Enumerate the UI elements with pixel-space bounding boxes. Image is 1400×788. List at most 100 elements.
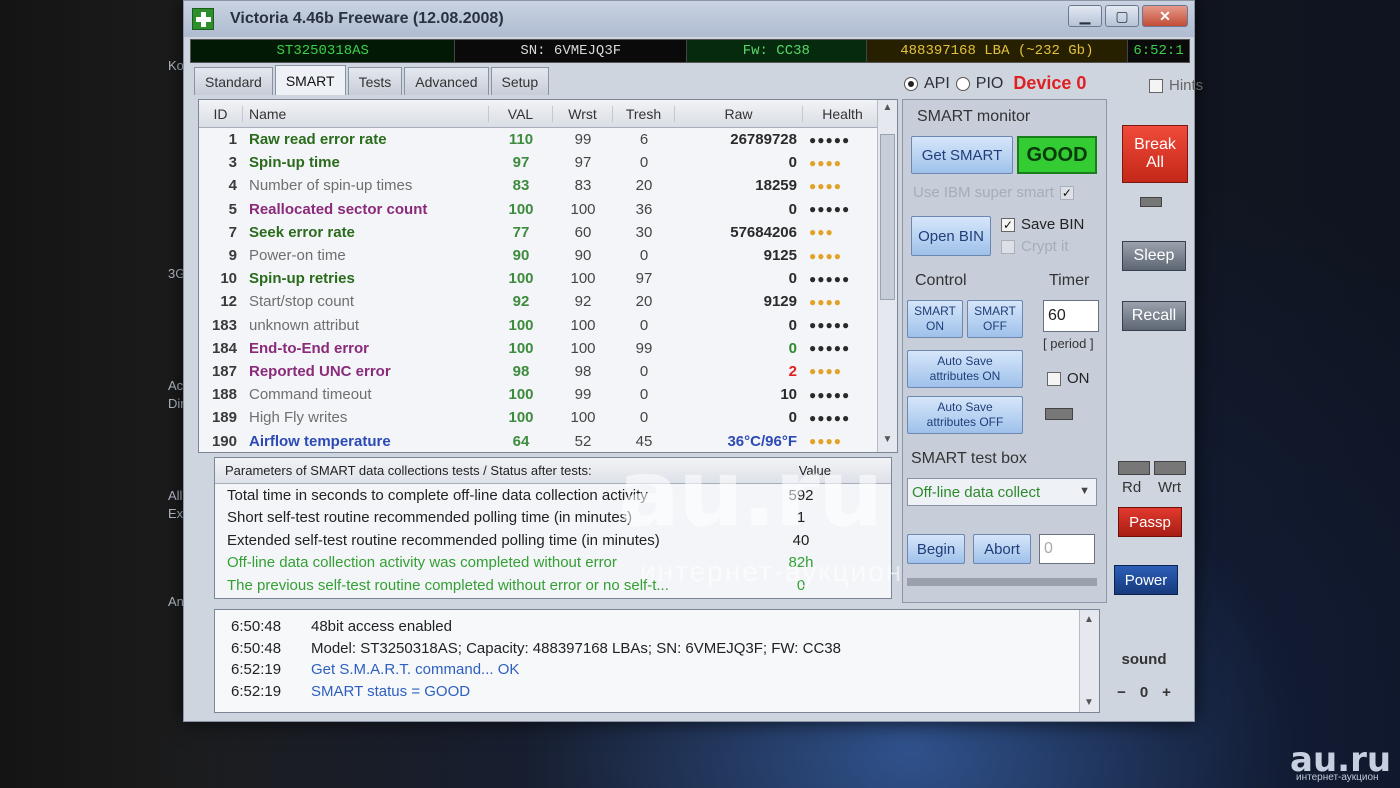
table-row[interactable]: 187 Reported UNC error 98 98 0 2 ●●●● bbox=[199, 360, 897, 383]
attr-health: ●●●● bbox=[809, 155, 842, 170]
drive-serial: SN: 6VMEJQ3F bbox=[455, 40, 687, 62]
attr-wrst: 99 bbox=[574, 386, 592, 404]
crypt-checkbox[interactable] bbox=[1001, 239, 1015, 254]
use-ibm-checkbox[interactable]: ✓ bbox=[1059, 185, 1074, 200]
attr-raw: 18259 bbox=[755, 177, 797, 195]
table-row[interactable]: 1 Raw read error rate 110 99 6 26789728 ●●●●● bbox=[199, 128, 897, 151]
table-row[interactable]: 183 unknown attribut 100 100 0 0 ●●●●● bbox=[199, 314, 897, 337]
pio-radio[interactable] bbox=[955, 76, 970, 91]
api-radio[interactable] bbox=[904, 76, 918, 91]
attr-raw: 0 bbox=[788, 200, 797, 218]
attr-raw: 2 bbox=[788, 362, 797, 380]
timer-input[interactable]: 60 bbox=[1043, 300, 1099, 332]
scroll-up-icon[interactable]: ▲ bbox=[878, 102, 897, 120]
volume-down-button[interactable]: − bbox=[1117, 684, 1126, 701]
abort-button[interactable]: Abort bbox=[973, 534, 1031, 564]
hints-checkbox[interactable] bbox=[1149, 78, 1163, 93]
log-message: 48bit access enabled bbox=[311, 618, 452, 636]
passp-button[interactable]: Passp bbox=[1118, 507, 1182, 537]
interface-mode: API PIO Device 0 bbox=[904, 73, 1086, 94]
table-row[interactable]: 12 Start/stop count 92 92 20 9129 ●●●● bbox=[199, 290, 897, 313]
maximize-button[interactable]: ▢ bbox=[1105, 5, 1139, 27]
param-label: Off-line data collection activity was co… bbox=[227, 554, 617, 572]
test-progress-input[interactable]: 0 bbox=[1039, 534, 1095, 564]
log-time: 6:52:19 bbox=[231, 682, 282, 700]
table-row[interactable]: 189 High Fly writes 100 100 0 0 ●●●●● bbox=[199, 406, 897, 429]
table-row[interactable]: 10 Spin-up retries 100 100 97 0 ●●●●● bbox=[199, 267, 897, 290]
crypt-label: Crypt it bbox=[1021, 238, 1069, 255]
attr-name: High Fly writes bbox=[249, 409, 348, 427]
open-bin-button[interactable]: Open BIN bbox=[911, 216, 991, 256]
log-scroll-up-icon[interactable]: ▲ bbox=[1084, 614, 1094, 625]
title-bar[interactable]: Victoria 4.46b Freeware (12.08.2008) ▁ ▢… bbox=[184, 1, 1194, 37]
log-scroll-down-icon[interactable]: ▼ bbox=[1084, 697, 1094, 708]
log-entry: 6:50:48 Model: ST3250318AS; Capacity: 488… bbox=[215, 638, 1099, 660]
tab-setup[interactable]: Setup bbox=[490, 67, 550, 95]
timer-on-option[interactable]: ON bbox=[1047, 370, 1090, 387]
attr-tresh: 97 bbox=[635, 270, 653, 288]
attr-wrst: 90 bbox=[574, 247, 592, 265]
tab-tests[interactable]: Tests bbox=[347, 67, 403, 95]
attr-id: 5 bbox=[228, 200, 237, 218]
sound-label: sound bbox=[1121, 651, 1167, 668]
crypt-option[interactable]: Crypt it bbox=[1001, 238, 1069, 255]
tab-smart[interactable]: SMART bbox=[274, 65, 346, 95]
attr-name: Number of spin-up times bbox=[249, 177, 413, 195]
table-row[interactable]: 4 Number of spin-up times 83 83 20 18259 ●●●● bbox=[199, 174, 897, 197]
table-row[interactable]: 5 Reallocated sector count 100 100 36 0 ●●●●● bbox=[199, 198, 897, 221]
attr-health: ●●●●● bbox=[809, 318, 851, 333]
drive-capacity: 488397168 LBA (~232 Gb) bbox=[866, 40, 1129, 62]
attr-id: 9 bbox=[228, 247, 237, 265]
corner-watermark-subtitle: интернет-аукцион bbox=[1296, 772, 1379, 783]
attr-val: 100 bbox=[508, 270, 534, 288]
table-row[interactable]: 7 Seek error rate 77 60 30 57684206 ●●● bbox=[199, 221, 897, 244]
close-button[interactable]: ✕ bbox=[1142, 5, 1188, 27]
begin-button[interactable]: Begin bbox=[907, 534, 965, 564]
use-ibm-label: Use IBM super smart bbox=[913, 184, 1054, 201]
rd-label: Rd bbox=[1122, 479, 1142, 496]
scroll-thumb[interactable] bbox=[880, 134, 895, 300]
param-label: Extended self-test routine recommended p… bbox=[227, 531, 660, 549]
table-row[interactable]: 188 Command timeout 100 99 0 10 ●●●●● bbox=[199, 383, 897, 406]
power-button[interactable]: Power bbox=[1114, 565, 1178, 595]
attr-val: 100 bbox=[508, 339, 534, 357]
clock: 6:52:1 bbox=[1133, 43, 1184, 59]
tab-advanced[interactable]: Advanced bbox=[404, 67, 489, 95]
minimize-button[interactable]: ▁ bbox=[1068, 5, 1102, 27]
attr-health: ●●●●● bbox=[809, 341, 851, 356]
table-row[interactable]: 184 End-to-End error 100 100 99 0 ●●●●● bbox=[199, 337, 897, 360]
save-bin-checkbox[interactable]: ✓ bbox=[1001, 217, 1015, 232]
smart-off-button[interactable]: SMART OFF bbox=[967, 300, 1023, 338]
timer-on-checkbox[interactable] bbox=[1047, 371, 1061, 386]
save-bin-option[interactable]: ✓ Save BIN bbox=[1001, 216, 1084, 233]
use-ibm-option[interactable]: Use IBM super smart ✓ bbox=[913, 184, 1074, 201]
smart-on-button[interactable]: SMART ON bbox=[907, 300, 963, 338]
watermark-logo: au.ru bbox=[618, 440, 883, 547]
hints-toggle[interactable]: Hints bbox=[1149, 77, 1203, 94]
log-scrollbar[interactable]: ▲ ▼ bbox=[1079, 610, 1099, 712]
table-row[interactable]: 3 Spin-up time 97 97 0 0 ●●●● bbox=[199, 151, 897, 174]
attr-raw: 10 bbox=[780, 386, 797, 404]
test-type-select[interactable]: Off-line data collect ▼ bbox=[907, 478, 1097, 506]
attr-health: ●●●●● bbox=[809, 202, 851, 217]
log-time: 6:50:48 bbox=[231, 618, 282, 636]
break-all-button[interactable]: Break All bbox=[1122, 125, 1188, 183]
attr-tresh: 0 bbox=[639, 247, 649, 265]
timer-indicator bbox=[1045, 408, 1073, 420]
attr-id: 190 bbox=[211, 432, 237, 450]
table-scrollbar[interactable]: ▲ ▼ bbox=[877, 100, 897, 452]
get-smart-button[interactable]: Get SMART bbox=[911, 136, 1013, 174]
volume-up-button[interactable]: + bbox=[1162, 684, 1171, 701]
sleep-button[interactable]: Sleep bbox=[1122, 241, 1186, 271]
attr-wrst: 83 bbox=[574, 177, 592, 195]
autosave-on-button[interactable]: Auto Save attributes ON bbox=[907, 350, 1023, 388]
tab-standard[interactable]: Standard bbox=[194, 67, 273, 95]
read-indicator bbox=[1118, 461, 1150, 475]
col-val: VAL bbox=[489, 105, 553, 122]
table-row[interactable]: 9 Power-on time 90 90 0 9125 ●●●● bbox=[199, 244, 897, 267]
window-controls: ▁ ▢ ✕ bbox=[1068, 5, 1188, 27]
recall-button[interactable]: Recall bbox=[1122, 301, 1186, 331]
attr-tresh: 36 bbox=[635, 200, 653, 218]
autosave-off-button[interactable]: Auto Save attributes OFF bbox=[907, 396, 1023, 434]
attr-val: 64 bbox=[512, 432, 530, 450]
